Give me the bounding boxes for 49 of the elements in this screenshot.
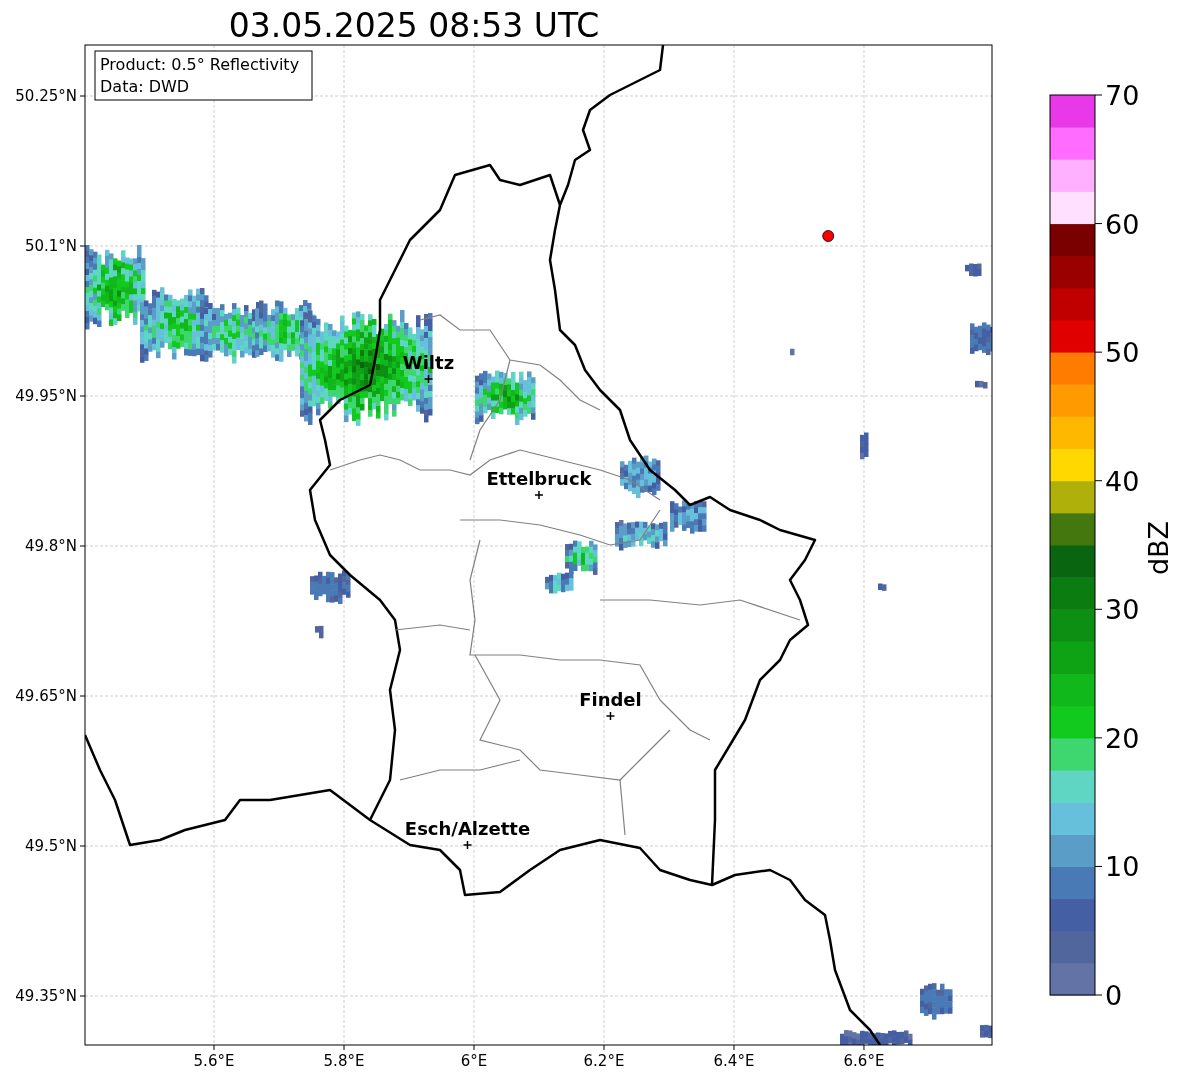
city-marker (462, 840, 473, 850)
city-marker (423, 374, 434, 384)
radar-echo (620, 455, 661, 499)
scale-label: 0 (1105, 980, 1123, 1011)
info-text: Product: 0.5° Reflectivity (100, 55, 300, 74)
latitude-label: 49.65°N (15, 687, 77, 705)
latitude-label: 49.35°N (15, 987, 77, 1005)
scale-label: 10 (1105, 851, 1140, 883)
longitude-label: 6.6°E (843, 1052, 885, 1070)
city-marker (605, 711, 616, 721)
city-label: Wiltz (402, 352, 455, 373)
radar-echo (920, 983, 953, 1020)
longitude-label: 5.8°E (323, 1052, 365, 1070)
radar-echo (615, 520, 668, 551)
radar-echo (475, 370, 536, 425)
info-text: Data: DWD (100, 77, 190, 96)
latitude-label: 49.95°N (15, 387, 77, 405)
radar-echo (310, 570, 351, 604)
radar-echo (200, 300, 261, 364)
longitude-label: 6.2°E (583, 1052, 625, 1070)
longitude-label: 6°E (460, 1052, 488, 1070)
radar-echo (878, 583, 887, 591)
latitude-label: 50.25°N (15, 87, 77, 105)
latitude-label: 49.5°N (24, 837, 77, 855)
radar-echo (790, 348, 795, 356)
city-marker (534, 490, 544, 500)
latitude-label: 49.8°N (24, 537, 77, 555)
latitude-label: 50.1°N (24, 237, 77, 255)
scale-label: 20 (1105, 722, 1140, 754)
longitude-label: 6.4°E (713, 1052, 755, 1070)
scale-label: 50 (1105, 337, 1140, 369)
radar-echo (970, 322, 992, 356)
scale-label: 70 (1105, 80, 1140, 111)
scale-label: 40 (1105, 465, 1140, 497)
radar-echo (670, 500, 707, 534)
city-label: Ettelbruck (486, 468, 592, 489)
city-label: Esch/Alzette (404, 818, 531, 839)
city-label: Findel (579, 689, 642, 710)
radar-echo (975, 380, 988, 389)
longitude-label: 5.6°E (193, 1052, 235, 1070)
radar-echo (860, 432, 869, 460)
location-marker (822, 230, 835, 242)
radar-echo (965, 263, 982, 277)
radar-echo (315, 625, 324, 639)
radar-echo (980, 1024, 992, 1039)
scale-title: dBZ (1143, 520, 1174, 576)
scale-label: 60 (1105, 208, 1140, 240)
chart-title: 03.05.2025 08:53 UTC (228, 6, 600, 45)
scale-label: 30 (1105, 594, 1140, 626)
